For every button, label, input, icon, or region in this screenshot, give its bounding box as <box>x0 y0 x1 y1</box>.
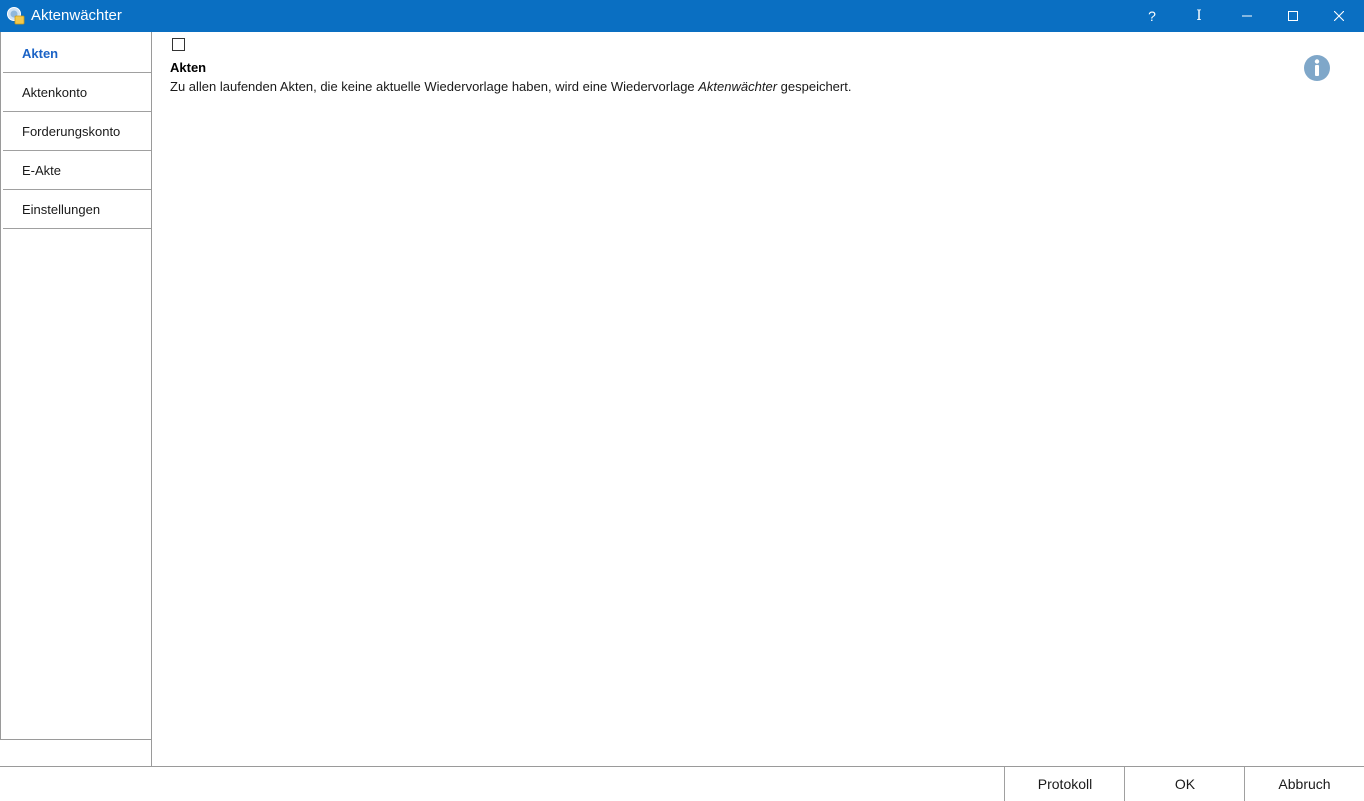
sidebar-item-label: E-Akte <box>22 162 62 178</box>
sidebar-item-aktenkonto[interactable]: Aktenkonto <box>3 73 151 112</box>
akten-enable-checkbox[interactable] <box>172 38 185 51</box>
minimize-button[interactable] <box>1224 0 1270 32</box>
protokoll-button[interactable]: Protokoll <box>1004 767 1125 801</box>
sidebar-item-label: Einstellungen <box>22 201 101 217</box>
description-emphasis: Aktenwächter <box>698 79 778 94</box>
description-text: Zu allen laufenden Akten, die keine aktu… <box>170 79 699 94</box>
section-description: Zu allen laufenden Akten, die keine aktu… <box>170 79 851 94</box>
title-bar: Aktenwächter ? I <box>0 0 1364 32</box>
text-cursor-icon: I <box>1196 8 1202 24</box>
close-button[interactable] <box>1316 0 1362 32</box>
help-icon: ? <box>1148 8 1156 24</box>
window: Aktenwächter ? I Akten Aktenkonto Forder… <box>0 0 1364 801</box>
description-text-end: gespeichert. <box>777 79 852 94</box>
ok-button[interactable]: OK <box>1124 767 1245 801</box>
footer-bar: Protokoll OK Abbruch <box>0 766 1364 801</box>
sidebar-footer-area <box>0 740 152 767</box>
minimize-icon <box>1242 15 1252 17</box>
sidebar-nav: Akten Aktenkonto Forderungskonto E-Akte … <box>0 32 152 740</box>
section-title: Akten <box>170 60 207 75</box>
help-button[interactable]: ? <box>1129 0 1175 32</box>
sidebar-item-forderungskonto[interactable]: Forderungskonto <box>3 112 151 151</box>
sidebar-item-akten[interactable]: Akten <box>3 34 151 73</box>
abbruch-button[interactable]: Abbruch <box>1244 767 1364 801</box>
maximize-button[interactable] <box>1270 0 1316 32</box>
main-content: Akten Zu allen laufenden Akten, die kein… <box>152 32 1364 767</box>
window-title: Aktenwächter <box>31 7 122 24</box>
info-icon[interactable] <box>1303 54 1331 82</box>
sidebar-item-label: Forderungskonto <box>22 123 121 139</box>
close-icon <box>1334 11 1344 21</box>
maximize-icon <box>1288 11 1298 21</box>
app-icon <box>6 6 26 26</box>
sidebar-item-label: Aktenkonto <box>22 84 88 100</box>
sidebar-item-label: Akten <box>22 45 59 61</box>
sidebar-item-e-akte[interactable]: E-Akte <box>3 151 151 190</box>
sidebar-item-einstellungen[interactable]: Einstellungen <box>3 190 151 229</box>
text-cursor-button[interactable]: I <box>1176 0 1222 32</box>
